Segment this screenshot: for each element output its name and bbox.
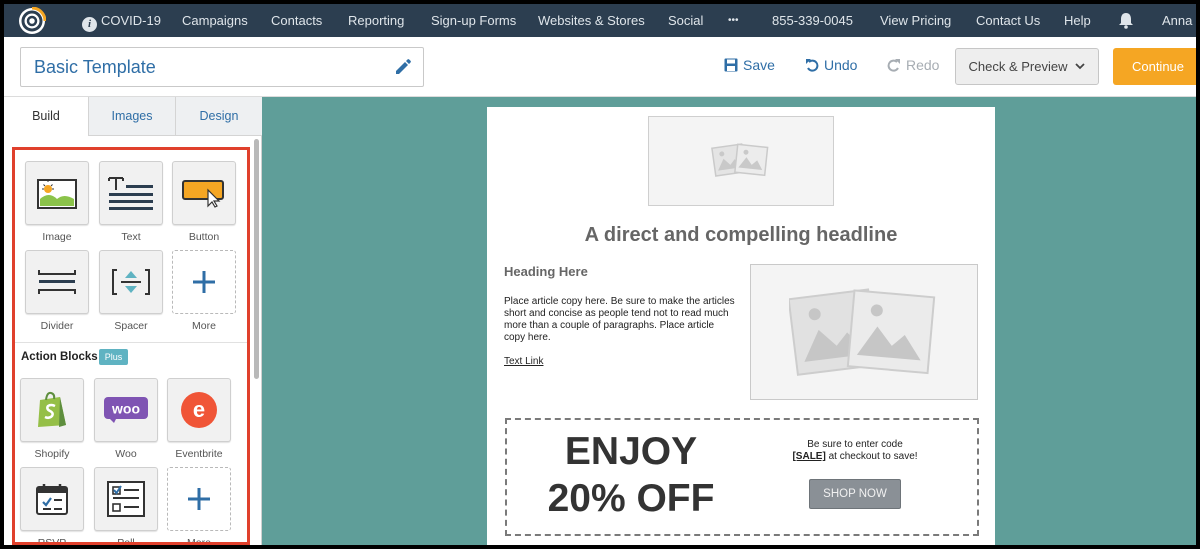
undo-button[interactable]: Undo [805, 57, 857, 73]
save-label: Save [743, 57, 775, 73]
template-name-field[interactable]: Basic Template [20, 47, 424, 87]
build-sidebar: Build Images Design Image Text Button Di… [4, 97, 262, 545]
image-placeholder-icon [789, 288, 936, 376]
email-preview[interactable]: A direct and compelling headline Heading… [487, 107, 995, 545]
save-button[interactable]: Save [724, 57, 775, 73]
coupon-code-line: [SALE] at checkout to save! [771, 451, 939, 463]
floppy-disk-icon [724, 58, 738, 72]
tab-build[interactable]: Build [4, 97, 88, 136]
article-heading[interactable]: Heading Here [504, 264, 588, 279]
check-preview-button[interactable]: Check & Preview [955, 48, 1099, 85]
sidebar-tabs: Build Images Design [4, 97, 262, 136]
coupon-code-intro: Be sure to enter code [807, 439, 903, 450]
nav-phone[interactable]: 855-339-0045 [772, 4, 853, 37]
nav-more[interactable]: ••• [728, 4, 739, 37]
nav-covid[interactable]: i COVID-19 [82, 4, 161, 37]
coupon-code: [SALE] [792, 451, 826, 462]
logo-image-placeholder[interactable] [648, 116, 834, 206]
nav-contact-us[interactable]: Contact Us [976, 4, 1040, 37]
editor-toolbar: Basic Template Save Undo Redo Check & Pr… [4, 37, 1196, 97]
pencil-icon[interactable] [393, 57, 413, 77]
check-preview-label: Check & Preview [968, 59, 1068, 74]
coupon-block[interactable]: ENJOY 20% OFF Be sure to enter code [SAL… [505, 418, 979, 536]
nav-user[interactable]: Anna [1162, 4, 1192, 37]
nav-contacts[interactable]: Contacts [271, 4, 322, 37]
tab-images[interactable]: Images [88, 97, 175, 136]
constant-contact-logo-icon[interactable] [18, 7, 46, 35]
email-headline[interactable]: A direct and compelling headline [487, 224, 995, 247]
redo-button[interactable]: Redo [887, 57, 939, 73]
template-name-value: Basic Template [34, 57, 156, 77]
shop-now-button[interactable]: SHOP NOW [809, 479, 901, 509]
undo-icon [806, 59, 819, 72]
bell-icon[interactable] [1118, 12, 1134, 29]
coupon-code-text: Be sure to enter code [SALE] at checkout… [771, 439, 939, 463]
nav-help[interactable]: Help [1064, 4, 1091, 37]
article-copy[interactable]: Place article copy here. Be sure to make… [504, 296, 736, 344]
image-placeholder-icon [711, 143, 769, 177]
nav-reporting[interactable]: Reporting [348, 4, 404, 37]
redo-label: Redo [906, 57, 940, 73]
coupon-offer: ENJOY 20% OFF [519, 428, 743, 522]
chevron-down-icon [1075, 63, 1086, 70]
top-nav: i COVID-19 Campaigns Contacts Reporting S… [4, 4, 1196, 37]
tab-design[interactable]: Design [175, 97, 262, 136]
redo-icon [887, 59, 900, 72]
coupon-code-outro: at checkout to save! [825, 451, 918, 462]
blocks-highlight-outline [12, 147, 250, 545]
sidebar-scrollbar[interactable] [254, 139, 259, 379]
app-window: i COVID-19 Campaigns Contacts Reporting S… [4, 4, 1196, 545]
nav-campaigns[interactable]: Campaigns [182, 4, 248, 37]
undo-label: Undo [824, 57, 858, 73]
nav-signup-forms[interactable]: Sign-up Forms [431, 4, 516, 37]
article-text-link[interactable]: Text Link [504, 356, 543, 367]
nav-websites-stores[interactable]: Websites & Stores [538, 4, 645, 37]
nav-view-pricing[interactable]: View Pricing [880, 4, 951, 37]
nav-covid-label: COVID-19 [101, 13, 161, 28]
article-image-placeholder[interactable] [750, 264, 978, 400]
nav-social[interactable]: Social [668, 4, 703, 37]
coupon-line-2: 20% OFF [547, 477, 715, 520]
continue-button[interactable]: Continue [1113, 48, 1196, 85]
coupon-line-1: ENJOY [564, 430, 698, 473]
info-icon: i [82, 17, 97, 32]
editor-canvas: A direct and compelling headline Heading… [262, 97, 1196, 545]
